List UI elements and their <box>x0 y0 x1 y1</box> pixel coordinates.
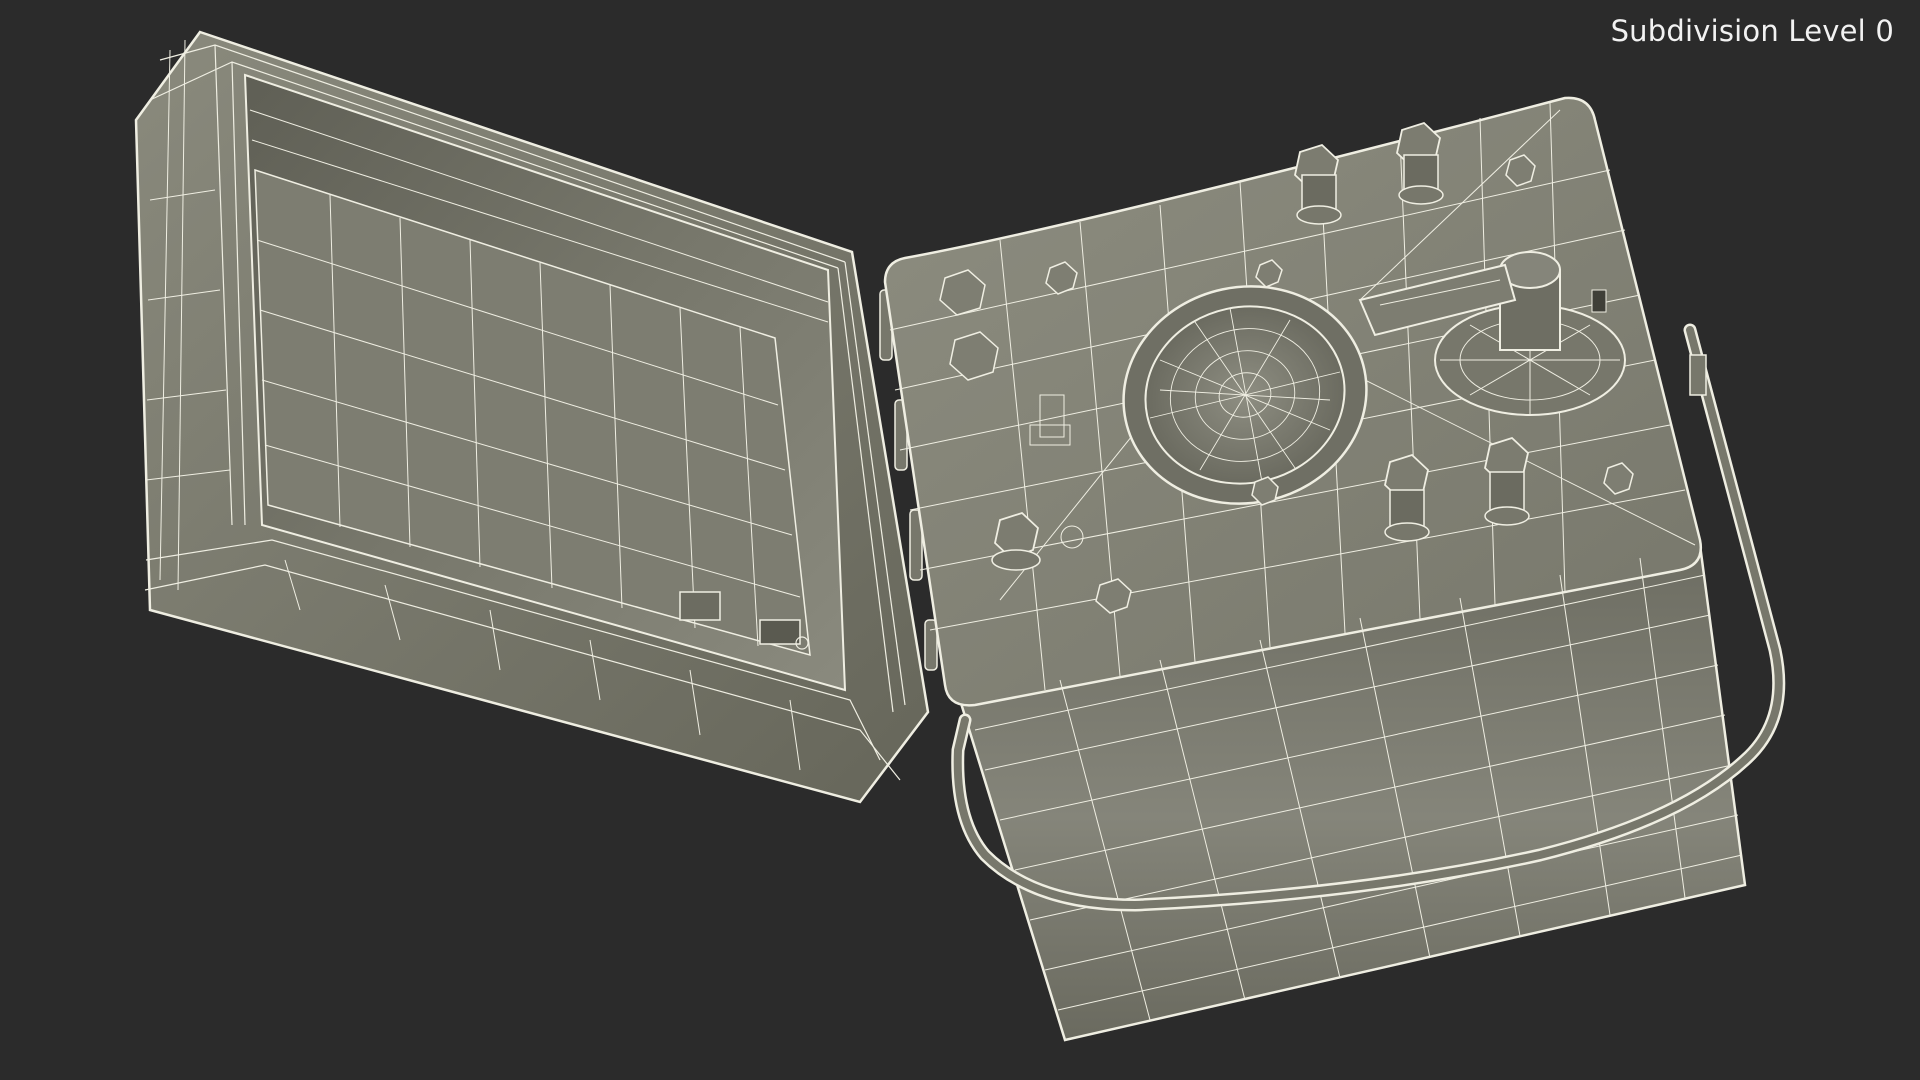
instrument-body <box>883 96 1786 1042</box>
3d-viewport[interactable]: Subdivision Level 0 <box>0 0 1920 1080</box>
handle-bracket <box>1689 354 1707 396</box>
terminal-knob-2 <box>1396 121 1444 205</box>
terminal-knob-4 <box>1484 436 1530 526</box>
terminal-knob-1 <box>1294 143 1342 225</box>
case-lid <box>134 30 930 804</box>
wireframe-render <box>134 30 1786 1042</box>
subdivision-level-label: Subdivision Level 0 <box>1610 14 1894 48</box>
terminal-knob-3 <box>1384 453 1430 542</box>
